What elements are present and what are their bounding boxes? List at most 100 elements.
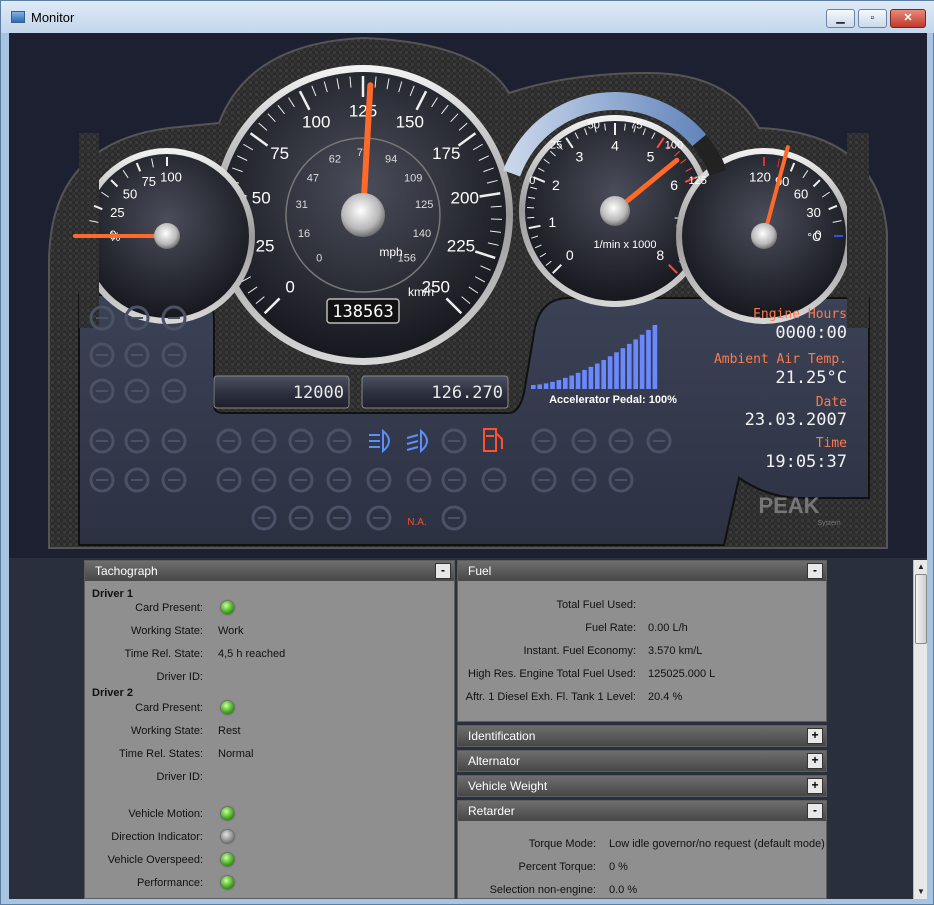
retarder-row-value: Low idle governor/no request (default mo… — [609, 838, 825, 850]
instrument-cluster: 0255075100125150175200225250016314762789… — [48, 36, 888, 549]
retarder-row-value: 0 % — [609, 861, 628, 873]
accelerator-bar — [575, 372, 581, 389]
speed-kmh-label: 0 — [316, 253, 322, 265]
fuel-collapse-button[interactable]: - — [807, 563, 823, 579]
speed-mph-label: 200 — [451, 188, 479, 207]
fuel-gauge-clip — [79, 133, 99, 328]
speed-kmh-label: 31 — [296, 199, 308, 211]
driver1-heading: Driver 1 — [92, 588, 133, 600]
retarder-title: Retarder — [468, 804, 515, 818]
fuel-title: Fuel — [468, 564, 492, 578]
tach-label: 5 — [647, 148, 655, 164]
driver2-card-present-label: Card Present: — [135, 702, 203, 714]
retarder-panel: Retarder - Torque Mode: Low idle governo… — [457, 800, 827, 899]
fuel-label: 50 — [123, 186, 137, 201]
tach-unit-label: 1/min x 1000 — [594, 239, 657, 251]
tach-label: 2 — [552, 177, 560, 193]
driver2-working-state-value: Rest — [218, 725, 241, 737]
driver1-working-state-value: Work — [218, 625, 244, 637]
speed-kmh-label: 140 — [413, 228, 431, 240]
client-area: 0 25 50 75 100 125 150 175 200 225 250 0 16 31 47 62 78 9… — [9, 33, 927, 899]
tachograph-collapse-button[interactable]: - — [435, 563, 451, 579]
tachograph-header[interactable]: Tachograph - — [85, 561, 454, 581]
vehicle-motion-label: Vehicle Motion: — [128, 808, 203, 820]
vehicle-overspeed-label: Vehicle Overspeed: — [107, 854, 203, 866]
speed-mph-label: 75 — [270, 144, 289, 163]
fuel-row-value: 20.4 % — [648, 691, 683, 703]
driver2-heading: Driver 2 — [92, 687, 133, 699]
load-arc-label: 75 — [630, 120, 642, 132]
accelerator-bar — [627, 343, 632, 389]
accelerator-bar — [588, 366, 594, 389]
vehicle-weight-section[interactable]: Vehicle Weight + — [457, 775, 827, 797]
fuel-panel: Fuel - Total Fuel Used: Fuel Rate: 0.00 … — [457, 560, 827, 722]
speed-kmh-label: 62 — [329, 154, 341, 166]
fuel-row-label: Aftr. 1 Diesel Exh. Fl. Tank 1 Level: — [465, 691, 636, 703]
accelerator-bar — [646, 329, 651, 389]
ambient-temp-value: 21.25°C — [775, 368, 847, 388]
fuel-header[interactable]: Fuel - — [458, 561, 826, 581]
scroll-down-arrow[interactable]: ▼ — [914, 885, 927, 899]
identification-section[interactable]: Identification + — [457, 725, 827, 747]
accelerator-bar — [620, 348, 626, 389]
retarder-row-value: 0.0 % — [609, 884, 638, 896]
fuel-label: 100 — [160, 169, 182, 184]
peak-logo: PEAK — [758, 493, 819, 518]
scroll-up-arrow[interactable]: ▲ — [914, 560, 927, 574]
close-button[interactable]: ✕ — [890, 9, 926, 28]
fuel-row-value: 125025.000 L — [648, 668, 716, 680]
vehicle-weight-expand-button[interactable]: + — [807, 778, 823, 794]
speed-kmh-label: 125 — [415, 199, 433, 211]
identification-header[interactable]: Identification + — [458, 726, 826, 746]
alternator-section[interactable]: Alternator + — [457, 750, 827, 772]
minimize-button[interactable]: ▁ — [826, 9, 855, 28]
alternator-header[interactable]: Alternator + — [458, 751, 826, 771]
speed-mph-label: 50 — [252, 188, 271, 207]
driver2-id-label: Driver ID: — [156, 771, 203, 783]
na-indicator: N.A. — [407, 517, 426, 528]
fuel-row-value: 0.00 L/h — [648, 622, 688, 634]
tachograph-title: Tachograph — [95, 564, 158, 578]
trip-display-right: 126.270 — [431, 383, 503, 403]
tach-label: 0 — [566, 247, 574, 263]
driver2-working-state-label: Working State: — [131, 725, 203, 737]
driver1-time-rel-value: 4,5 h reached — [218, 648, 286, 660]
tach-label: 3 — [576, 148, 584, 164]
accelerator-bar — [531, 385, 536, 389]
accelerator-bar — [614, 352, 619, 389]
tach-label: 6 — [670, 177, 678, 193]
speed-mph-label: 150 — [396, 113, 424, 132]
accelerator-bar — [543, 383, 549, 389]
retarder-collapse-button[interactable]: - — [807, 803, 823, 819]
fuel-row-value: 3.570 km/L — [648, 645, 703, 657]
fuel-row-label: High Res. Engine Total Fuel Used: — [468, 668, 636, 680]
vehicle-weight-header[interactable]: Vehicle Weight + — [458, 776, 826, 796]
speed-mph-label: 125 — [349, 101, 377, 120]
performance-label: Performance: — [136, 877, 203, 889]
load-arc-label: 0 — [529, 175, 535, 187]
performance-led — [221, 876, 234, 889]
driver1-card-present-label: Card Present: — [135, 602, 203, 614]
accelerator-bar — [563, 377, 568, 389]
temp-label: 60 — [794, 186, 808, 201]
identification-expand-button[interactable]: + — [807, 728, 823, 744]
alternator-title: Alternator — [468, 754, 521, 768]
scroll-thumb[interactable] — [915, 574, 927, 644]
speed-mph-label: 175 — [432, 144, 460, 163]
maximize-button[interactable]: ▫ — [858, 9, 887, 28]
retarder-header[interactable]: Retarder - — [458, 801, 826, 821]
vertical-scrollbar[interactable]: ▲ ▼ — [913, 560, 927, 899]
fuel-row-label: Total Fuel Used: — [556, 599, 636, 611]
driver1-working-state-label: Working State: — [131, 625, 203, 637]
fuel-label: 25 — [110, 205, 124, 220]
speed-mph-label: 225 — [447, 236, 475, 255]
temp-unit-label: °C — [807, 230, 821, 244]
accelerator-bar — [550, 381, 555, 389]
accelerator-bar — [607, 356, 613, 389]
accelerator-bar — [633, 339, 638, 389]
alternator-expand-button[interactable]: + — [807, 753, 823, 769]
title-bar[interactable]: Monitor ▁ ▫ ✕ — [1, 1, 934, 33]
odometer-value: 138563 — [332, 302, 393, 322]
tach-label: 8 — [656, 247, 664, 263]
temp-gauge-clip — [847, 133, 869, 328]
